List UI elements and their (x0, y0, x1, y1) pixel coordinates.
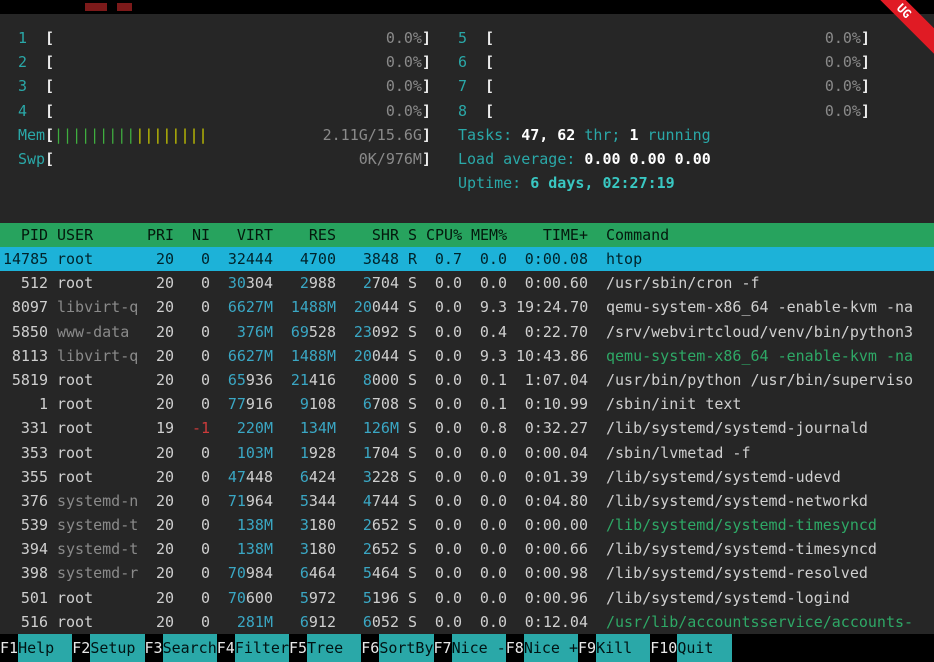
column-header-pid[interactable]: PID (3, 223, 48, 247)
uptime-value: 6 days, 02:27:19 (530, 171, 675, 195)
cpu-meter-5: 5[0.0%] (440, 26, 934, 50)
load-fifteen-minutes: 0.00 (675, 147, 711, 171)
column-header-virt[interactable]: VIRT (219, 223, 273, 247)
cpu-meters-right: 5[0.0%]6[0.0%]7[0.0%]8[0.0%] (440, 26, 934, 123)
function-key-help[interactable]: F1Help (0, 634, 72, 662)
threads-label: thr; (584, 123, 620, 147)
cpu-meter-7: 7[0.0%] (440, 74, 934, 98)
column-header-mem[interactable]: MEM% (471, 223, 507, 247)
column-header-ni[interactable]: NI (183, 223, 210, 247)
memory-meter-label: Mem (18, 123, 45, 147)
cpu-meter-2: 2[0.0%] (0, 50, 440, 74)
meters-right-column: 5[0.0%]6[0.0%]7[0.0%]8[0.0%] Tasks: 47, 62… (440, 26, 934, 199)
process-row-1[interactable]: 1root2007791691086708S0.00.10:10.99/sbin… (0, 392, 934, 416)
load-average-line: Load average: 0.00 0.00 0.00 (440, 147, 934, 171)
topbar-mark (117, 3, 132, 11)
process-row-512[interactable]: 512root2003030429882704S0.00.00:00.60/us… (0, 271, 934, 295)
meter-close-bracket: ] (422, 123, 431, 147)
tasks-count: 47, (521, 123, 548, 147)
meters-section: 1[0.0%]2[0.0%]3[0.0%]4[0.0%] Mem[|||||||… (0, 14, 934, 199)
process-row-539[interactable]: 539systemd-t200138M31802652S0.00.00:00.0… (0, 513, 934, 537)
meters-left-column: 1[0.0%]2[0.0%]3[0.0%]4[0.0%] Mem[|||||||… (0, 26, 440, 199)
running-label: running (648, 123, 711, 147)
swap-meter-value: 0K/976M (359, 147, 422, 171)
memory-meter: Mem[||||||||||||||||| 2.11G/15.6G] (0, 123, 440, 147)
column-header-command[interactable]: Command (606, 223, 934, 247)
cpu-meter-4: 4[0.0%] (0, 99, 440, 123)
debug-ribbon-label: UG (878, 0, 934, 56)
uptime-line: Uptime: 6 days, 02:27:19 (440, 171, 934, 195)
process-table-header: PID USER PRI NI VIRT RES SHR S CPU% MEM% TIME+ Comm… (0, 223, 934, 247)
function-key-sortby[interactable]: F6SortBy (361, 634, 433, 662)
function-key-nice+[interactable]: F8Nice + (506, 634, 578, 662)
function-key-search[interactable]: F3Search (145, 634, 217, 662)
process-row-353[interactable]: 353root200103M19281704S0.00.00:00.04/sbi… (0, 441, 934, 465)
cpu-meter-3: 3[0.0%] (0, 74, 440, 98)
terminal-topbar (0, 0, 934, 14)
threads-count: 62 (557, 123, 575, 147)
meter-close-bracket: ] (422, 147, 431, 171)
load-average-label: Load average: (458, 147, 575, 171)
process-row-376[interactable]: 376systemd-n2007196453444744S0.00.00:04.… (0, 489, 934, 513)
process-row-355[interactable]: 355root2004744864243228S0.00.00:01.39/li… (0, 465, 934, 489)
column-header-shr[interactable]: SHR (345, 223, 399, 247)
running-count: 1 (629, 123, 638, 147)
debug-corner-ribbon: UG (878, 0, 934, 56)
column-header-user[interactable]: USER (57, 223, 138, 247)
process-row-501[interactable]: 501root2007060059725196S0.00.00:00.96/li… (0, 586, 934, 610)
meter-open-bracket: [ (45, 123, 54, 147)
swap-meter-label: Swp (18, 147, 45, 171)
process-row-5850[interactable]: 5850www-data200376M6952823092S0.00.40:22… (0, 320, 934, 344)
cpu-meter-8: 8[0.0%] (440, 99, 934, 123)
process-table: PID USER PRI NI VIRT RES SHR S CPU% MEM% TIME+ Comm… (0, 223, 934, 634)
process-row-516[interactable]: 516root200281M69126052S0.00.00:12.04/usr… (0, 610, 934, 634)
process-row-8113[interactable]: 8113libvirt-q2006627M1488M20044S0.09.310… (0, 344, 934, 368)
process-row-5819[interactable]: 5819root20065936214168000S0.00.11:07.04/… (0, 368, 934, 392)
load-one-minute: 0.00 (584, 147, 620, 171)
process-row-8097[interactable]: 8097libvirt-q2006627M1488M20044S0.09.319… (0, 295, 934, 319)
process-row-398[interactable]: 398systemd-r2007098464645464S0.00.00:00.… (0, 561, 934, 585)
tasks-line: Tasks: 47, 62 thr; 1 running (440, 123, 934, 147)
process-row-331[interactable]: 331root19-1220M134M126MS0.00.80:32.27/li… (0, 416, 934, 440)
column-header-s[interactable]: S (408, 223, 417, 247)
process-row-14785[interactable]: 14785root2003244447003848R0.70.00:00.08h… (0, 247, 934, 271)
blank-line (0, 199, 934, 223)
memory-meter-value: 2.11G/15.6G (323, 123, 422, 147)
function-key-filter[interactable]: F4Filter (217, 634, 289, 662)
cpu-meter-1: 1[0.0%] (0, 26, 440, 50)
cpu-meter-6: 6[0.0%] (440, 50, 934, 74)
function-key-quit[interactable]: F10Quit (650, 634, 731, 662)
cpu-meters-left: 1[0.0%]2[0.0%]3[0.0%]4[0.0%] (0, 26, 440, 123)
column-header-pri[interactable]: PRI (147, 223, 174, 247)
load-five-minutes: 0.00 (630, 147, 666, 171)
function-key-setup[interactable]: F2Setup (72, 634, 144, 662)
swap-meter: Swp[0K/976M] (0, 147, 440, 171)
function-bar: F1Help F2Setup F3SearchF4FilterF5Tree F6… (0, 634, 934, 662)
column-header-time[interactable]: TIME+ (516, 223, 588, 247)
function-key-kill[interactable]: F9Kill (578, 634, 650, 662)
meter-open-bracket: [ (45, 147, 54, 171)
function-key-nice[interactable]: F7Nice - (434, 634, 506, 662)
htop-terminal: UG 1[0.0%]2[0.0%]3[0.0%]4[0.0%] Mem[||||… (0, 0, 934, 662)
topbar-mark (85, 3, 107, 11)
process-row-394[interactable]: 394systemd-t200138M31802652S0.00.00:00.6… (0, 537, 934, 561)
process-rows: 14785root2003244447003848R0.70.00:00.08h… (0, 247, 934, 634)
memory-bars: ||||||||||||||||| (54, 123, 208, 147)
column-header-res[interactable]: RES (282, 223, 336, 247)
uptime-label: Uptime: (458, 171, 521, 195)
tasks-label: Tasks: (458, 123, 512, 147)
function-key-tree[interactable]: F5Tree (289, 634, 361, 662)
column-header-cpu[interactable]: CPU% (426, 223, 462, 247)
